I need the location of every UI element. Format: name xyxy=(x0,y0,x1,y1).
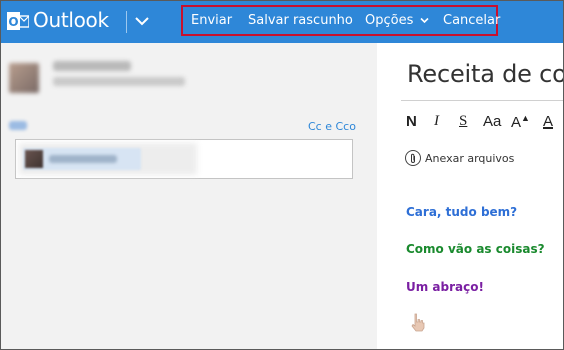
svg-text:O: O xyxy=(8,15,18,29)
bold-button[interactable]: N xyxy=(406,113,417,130)
options-label: Opções xyxy=(365,13,414,28)
body-line-1[interactable]: Cara, tudo bem? xyxy=(406,205,517,219)
cancel-button[interactable]: Cancelar xyxy=(443,13,500,28)
chevron-down-icon[interactable] xyxy=(134,15,150,27)
logo-divider xyxy=(126,11,127,33)
sender-avatar xyxy=(9,63,39,93)
recipient-avatar xyxy=(25,150,43,168)
body-line-3[interactable]: Um abraço! xyxy=(406,280,484,294)
cc-bcc-link[interactable]: Cc e Cco xyxy=(308,120,356,133)
body-line-2[interactable]: Como vão as coisas? xyxy=(406,242,545,256)
top-bar: O Outlook Enviar Salvar rascunho Opções … xyxy=(1,1,563,43)
compose-window: O Outlook Enviar Salvar rascunho Opções … xyxy=(0,0,564,350)
options-menu[interactable]: Opções xyxy=(365,13,429,28)
italic-button[interactable]: I xyxy=(434,113,439,130)
app-name: Outlook xyxy=(33,8,109,32)
grow-font-label: A xyxy=(511,114,522,131)
sender-email-redacted xyxy=(53,77,185,86)
recipient-name-redacted xyxy=(49,155,117,163)
send-button[interactable]: Enviar xyxy=(191,13,232,28)
recipients-pane: Cc e Cco xyxy=(1,43,377,349)
font-color-button[interactable]: A xyxy=(543,113,553,130)
save-draft-button[interactable]: Salvar rascunho xyxy=(248,13,353,28)
underline-button[interactable]: S xyxy=(459,113,467,130)
chevron-down-icon xyxy=(419,17,429,24)
message-pane: Receita de com N I S Aa A▲ A Anexar arqu… xyxy=(377,43,563,349)
grow-font-arrow: ▲ xyxy=(521,113,530,123)
attach-files-button[interactable]: Anexar arquivos xyxy=(405,150,514,166)
attach-files-label: Anexar arquivos xyxy=(425,151,515,165)
to-label-redacted xyxy=(9,121,27,130)
outlook-logo-icon: O xyxy=(7,12,29,30)
subject-field[interactable]: Receita de com xyxy=(407,60,563,88)
paperclip-icon xyxy=(405,150,421,166)
sender-name-redacted xyxy=(53,61,131,71)
subject-divider xyxy=(401,100,563,101)
font-size-button[interactable]: Aa xyxy=(483,113,501,130)
hand-pointer-icon xyxy=(411,313,425,332)
grow-font-button[interactable]: A▲ xyxy=(511,113,530,131)
